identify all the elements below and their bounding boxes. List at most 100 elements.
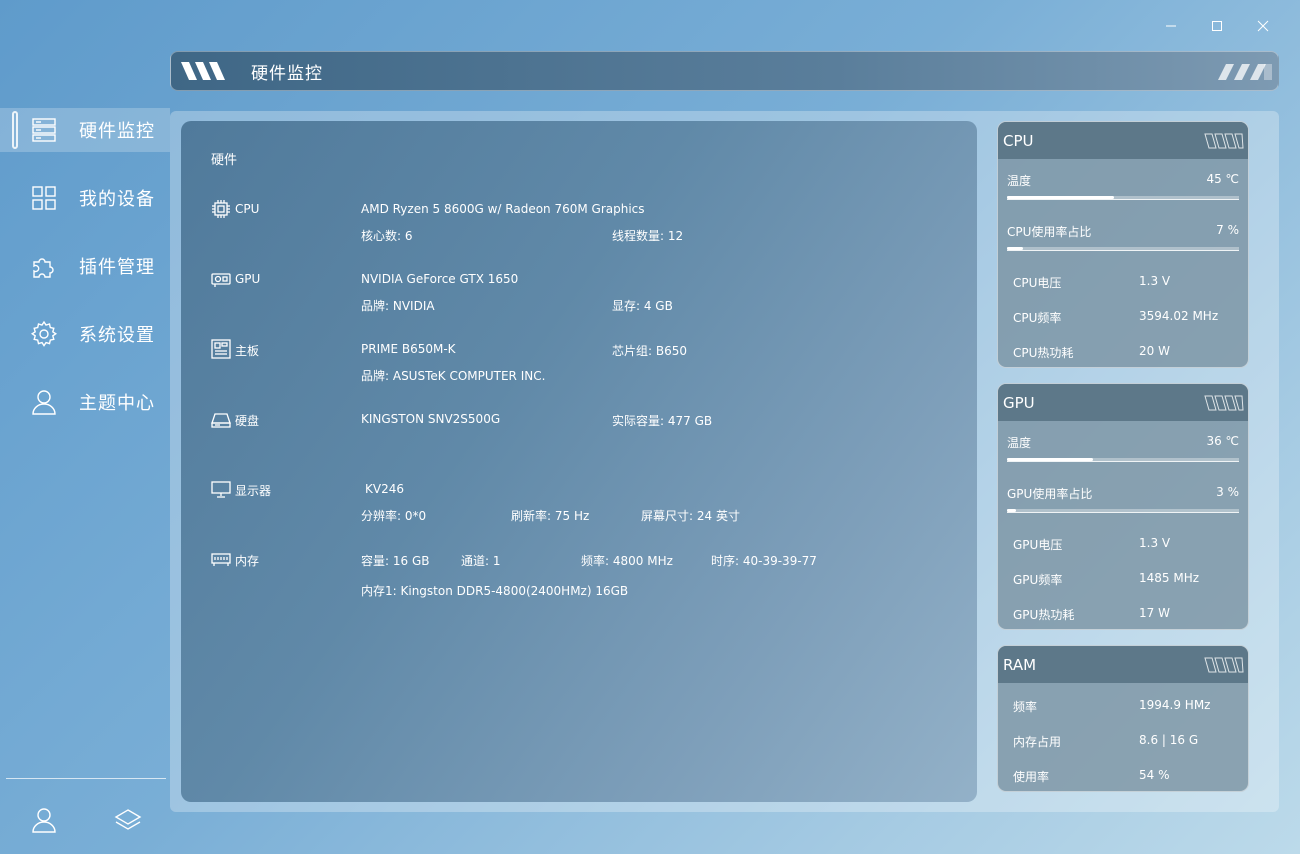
sidebar-item-theme[interactable]: 主题中心	[0, 380, 170, 424]
disk-model: KINGSTON SNV2S500G	[361, 412, 501, 426]
hw-label: 内存	[235, 554, 260, 568]
gpu-brand: 品牌: NVIDIA	[361, 299, 435, 313]
ram-rate-value: 54 %	[1139, 768, 1170, 782]
sidebar: 硬件监控 我的设备 插件管理 系统设置 主题中心	[0, 108, 170, 448]
cpu-model: AMD Ryzen 5 8600G w/ Radeon 760M Graphic…	[361, 202, 645, 216]
gpu-freq-label: GPU频率	[1013, 573, 1063, 587]
memory-module: 内存1: Kingston DDR5-4800(2400HMz) 16GB	[361, 584, 629, 598]
layers-icon[interactable]	[114, 806, 142, 834]
user-icon	[32, 390, 56, 415]
cpu-temp-value: 45 ℃	[1206, 172, 1239, 186]
card-title: RAM	[1003, 655, 1037, 674]
gpu-temp-bar	[1007, 458, 1239, 462]
hw-label: GPU	[235, 272, 261, 286]
ram-usage-label: 内存占用	[1013, 735, 1062, 749]
gpu-freq-value: 1485 MHz	[1139, 571, 1200, 585]
gpu-voltage-label: GPU电压	[1013, 538, 1063, 552]
hardware-panel: 硬件 CPU AMD Ryzen 5 8600G w/ Radeon 760M …	[181, 121, 977, 802]
sidebar-item-label: 系统设置	[79, 325, 155, 346]
server-icon	[32, 118, 56, 142]
sidebar-item-label: 硬件监控	[79, 121, 155, 142]
hw-label: 显示器	[235, 484, 272, 498]
sidebar-item-settings[interactable]: 系统设置	[0, 312, 170, 356]
hw-label: CPU	[235, 202, 260, 216]
sidebar-item-my-devices[interactable]: 我的设备	[0, 176, 170, 220]
gpu-power-value: 17 W	[1139, 606, 1170, 620]
chip-icon	[212, 200, 230, 218]
monitor-icon	[211, 481, 231, 498]
disk-icon	[211, 413, 231, 428]
header-banner: 硬件监控	[170, 51, 1279, 91]
card-header: RAM	[998, 646, 1248, 683]
stripes-decor-icon	[1218, 64, 1272, 80]
cpu-card: CPU 温度 45 ℃ CPU使用率占比 7 % CPU电压 1.3 V CPU…	[997, 121, 1249, 368]
sidebar-item-label: 我的设备	[79, 189, 155, 210]
monitor-refresh: 刷新率: 75 Hz	[511, 509, 590, 523]
stripes-icon	[1204, 395, 1244, 411]
gpu-temp-label: 温度	[1007, 436, 1032, 450]
cpu-voltage-label: CPU电压	[1013, 276, 1062, 290]
memory-channels: 通道: 1	[461, 554, 501, 568]
puzzle-icon	[33, 258, 54, 278]
page-title: 硬件监控	[251, 63, 323, 84]
gpu-temp-value: 36 ℃	[1206, 434, 1239, 448]
gpu-card: GPU 温度 36 ℃ GPU使用率占比 3 % GPU电压 1.3 V GPU…	[997, 383, 1249, 630]
card-header: GPU	[998, 384, 1248, 421]
window-controls	[1148, 14, 1286, 38]
motherboard-icon	[211, 339, 231, 359]
cpu-threads: 线程数量: 12	[612, 229, 684, 243]
panel-title: 硬件	[211, 153, 238, 168]
sidebar-item-hardware-monitor[interactable]: 硬件监控	[0, 108, 170, 152]
cpu-usage-label: CPU使用率占比	[1007, 225, 1092, 239]
disk-capacity: 实际容量: 477 GB	[612, 414, 713, 428]
cpu-voltage-value: 1.3 V	[1139, 274, 1171, 288]
monitor-size: 屏幕尺寸: 24 英寸	[641, 509, 740, 523]
gpu-voltage-value: 1.3 V	[1139, 536, 1171, 550]
maximize-button[interactable]	[1194, 14, 1240, 38]
ram-rate-label: 使用率	[1013, 770, 1050, 784]
gpu-power-label: GPU热功耗	[1013, 608, 1075, 622]
account-icon[interactable]	[30, 806, 58, 834]
monitor-resolution: 分辨率: 0*0	[361, 509, 427, 523]
gpu-icon	[211, 273, 231, 287]
hw-label: 主板	[235, 344, 260, 358]
memory-frequency: 频率: 4800 MHz	[581, 554, 673, 568]
hw-label: 硬盘	[235, 414, 260, 428]
ram-card: RAM 频率 1994.9 HMz 内存占用 8.6 | 16 G 使用率 54…	[997, 645, 1249, 792]
stripes-icon	[1204, 657, 1244, 673]
stripes-icon	[1204, 133, 1244, 149]
sidebar-item-plugins[interactable]: 插件管理	[0, 244, 170, 288]
sidebar-divider	[6, 778, 166, 779]
cpu-freq-label: CPU频率	[1013, 311, 1062, 325]
cpu-freq-value: 3594.02 MHz	[1139, 309, 1219, 323]
gear-icon	[30, 320, 58, 347]
board-chipset: 芯片组: B650	[612, 344, 687, 358]
gpu-model: NVIDIA GeForce GTX 1650	[361, 272, 519, 286]
minimize-button[interactable]	[1148, 14, 1194, 38]
cpu-power-value: 20 W	[1139, 344, 1170, 358]
card-title: GPU	[1003, 393, 1035, 412]
monitor-model: KV246	[365, 482, 404, 496]
close-button[interactable]	[1240, 14, 1286, 38]
board-brand: 品牌: ASUSTeK COMPUTER INC.	[361, 369, 546, 383]
cpu-temp-label: 温度	[1007, 174, 1032, 188]
board-model: PRIME B650M-K	[361, 342, 456, 356]
active-indicator	[12, 111, 18, 149]
cpu-temp-bar	[1007, 196, 1239, 200]
gpu-usage-value: 3 %	[1216, 485, 1239, 499]
ram-icon	[211, 553, 231, 566]
gpu-usage-label: GPU使用率占比	[1007, 487, 1093, 501]
ram-usage-value: 8.6 | 16 G	[1139, 733, 1199, 747]
cpu-power-label: CPU热功耗	[1013, 346, 1074, 360]
card-title: CPU	[1003, 131, 1034, 150]
ram-freq-value: 1994.9 HMz	[1139, 698, 1211, 712]
sidebar-item-label: 插件管理	[79, 257, 155, 278]
grid-icon	[32, 186, 56, 210]
gpu-usage-bar	[1007, 509, 1239, 513]
ram-freq-label: 频率	[1013, 700, 1038, 714]
memory-timing: 时序: 40-39-39-77	[711, 554, 817, 568]
cpu-usage-bar	[1007, 247, 1239, 251]
cpu-cores: 核心数: 6	[361, 229, 413, 243]
card-header: CPU	[998, 122, 1248, 159]
gpu-vram: 显存: 4 GB	[612, 299, 673, 313]
